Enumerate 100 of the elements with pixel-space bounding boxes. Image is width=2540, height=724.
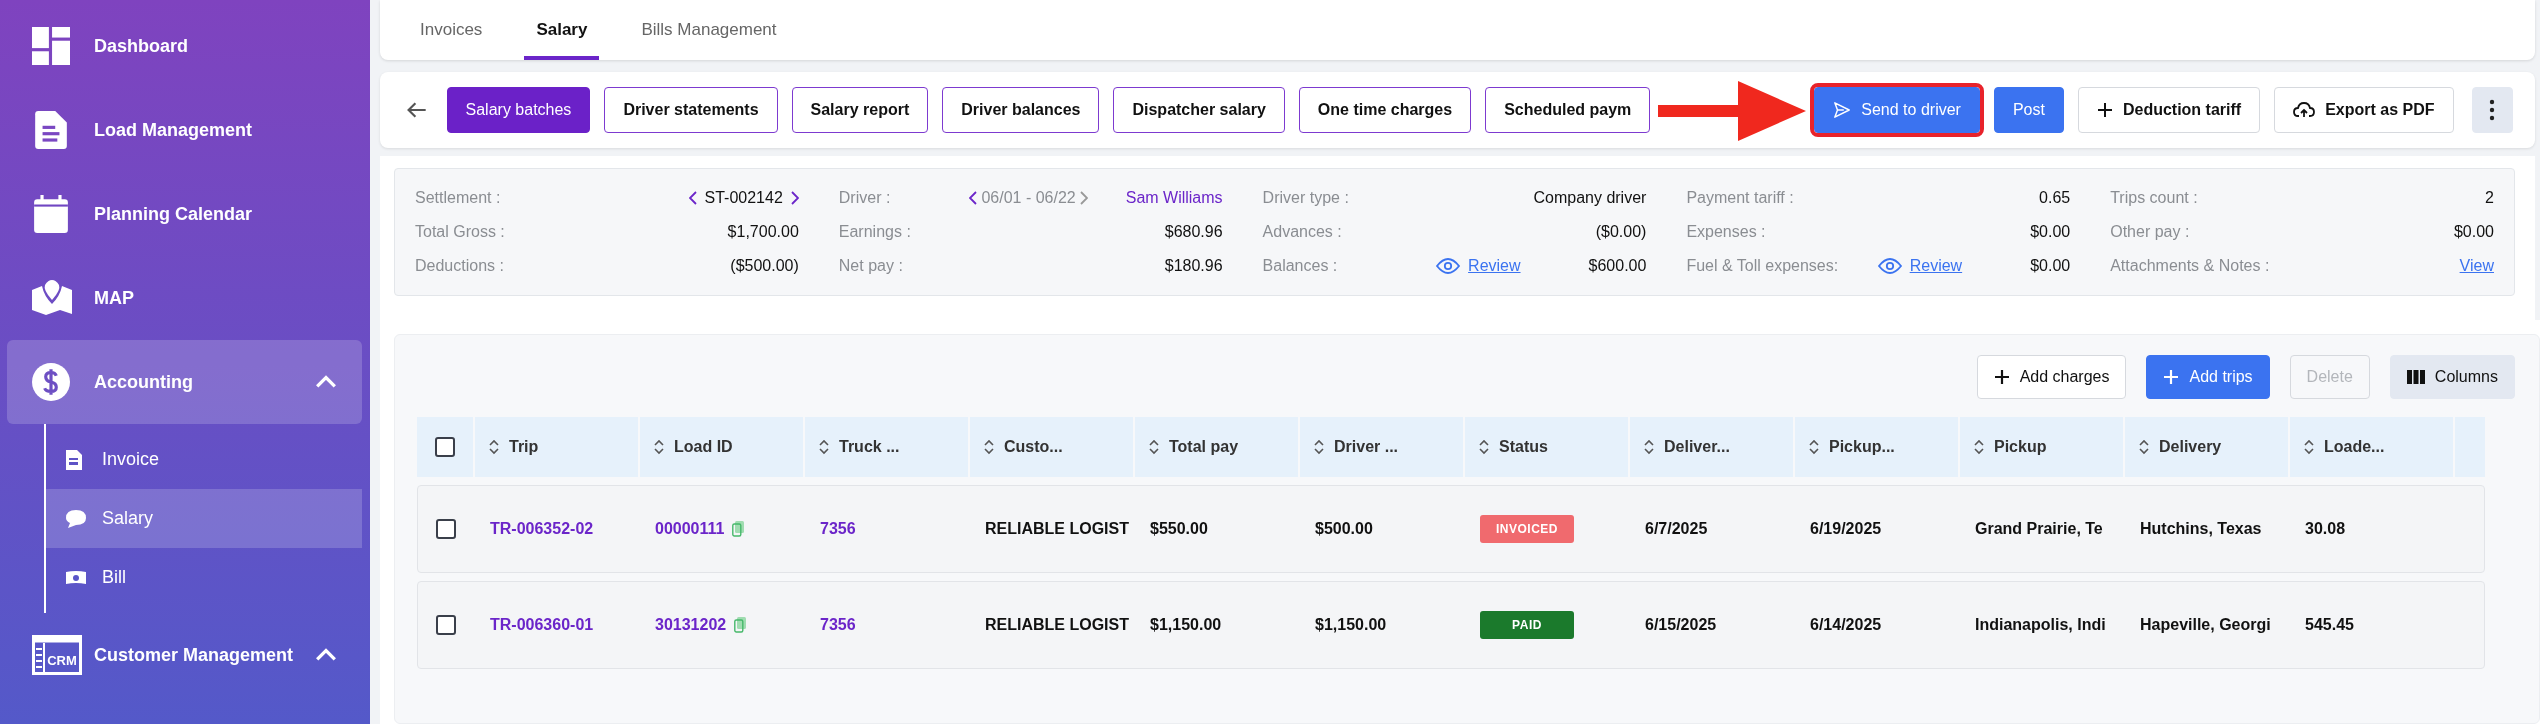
header-cell[interactable]: Status — [1465, 417, 1628, 477]
more-button[interactable] — [2471, 87, 2513, 133]
tab-button[interactable]: Driver statements — [604, 87, 778, 133]
add-charges-button[interactable]: Add charges — [1976, 355, 2127, 399]
add-button[interactable]: Deduction tariff — [2077, 87, 2261, 133]
tab-button[interactable]: Salary batches — [446, 87, 591, 133]
field-label: Deductions : — [415, 257, 505, 275]
sort-icon — [1149, 439, 1159, 455]
date-range: 06/01 - 06/22 — [981, 189, 1076, 207]
tab-button[interactable]: Salary report — [791, 87, 929, 133]
table-link[interactable]: 7356 — [820, 616, 856, 634]
field-value: $0.00 — [2453, 223, 2494, 241]
header-cell[interactable]: Custo... — [970, 417, 1133, 477]
settlement-number: ST-002142 — [704, 189, 783, 207]
field-label: Payment tariff : — [1686, 189, 1795, 207]
banknote-icon — [66, 570, 86, 585]
more-vertical-icon — [2489, 99, 2496, 121]
sidebar-item[interactable]: Planning Calendar — [7, 172, 362, 256]
sidebar-item[interactable]: Dashboard — [7, 4, 362, 88]
field-label: Total Gross : — [415, 223, 506, 241]
sort-icon — [2304, 439, 2314, 455]
field-label: Settlement : — [415, 189, 502, 207]
sidebar-item[interactable]: Load Management — [7, 88, 362, 172]
sidebar-item[interactable]: Accounting — [7, 340, 362, 424]
tab-button[interactable]: One time charges — [1298, 87, 1472, 133]
plus-icon — [2163, 369, 2180, 385]
field-value: $680.96 — [1164, 223, 1223, 241]
columns-icon — [2406, 370, 2425, 384]
header-cell[interactable]: Truck ... — [805, 417, 968, 477]
export-button[interactable]: Export as PDF — [2274, 87, 2454, 133]
checkbox[interactable] — [435, 437, 455, 457]
field-label: Net pay : — [838, 257, 904, 275]
table-link[interactable]: 00000111 — [655, 520, 725, 538]
table-link[interactable]: 30131202 — [655, 616, 727, 634]
chevron-right-icon[interactable] — [790, 191, 799, 205]
field-value: $180.96 — [1164, 257, 1223, 275]
chevron-left-icon[interactable] — [969, 191, 978, 205]
sidebar-subitem[interactable]: Bill — [46, 548, 362, 607]
header-cell[interactable]: Loade... — [2290, 417, 2453, 477]
tab-button[interactable]: Dispatcher salary — [1113, 87, 1285, 133]
field-label: Attachments & Notes : — [2110, 257, 2271, 275]
checkbox[interactable] — [436, 519, 456, 539]
columns-button[interactable]: Columns — [2389, 355, 2515, 399]
send-icon — [1833, 101, 1852, 119]
dashboard-icon — [32, 27, 70, 65]
eye-icon — [1877, 258, 1902, 274]
sort-icon — [2139, 439, 2149, 455]
field-value: Company driver — [1533, 189, 1647, 207]
table-cell: RELIABLE LOGIST — [985, 520, 1129, 538]
field-label: Driver type : — [1262, 189, 1350, 207]
field-value: $1,700.00 — [727, 223, 799, 241]
eye-icon — [1436, 258, 1461, 274]
tab-button[interactable]: Scheduled paym — [1485, 87, 1651, 133]
crm-window-icon: CRM — [32, 635, 82, 675]
field-value: 0.65 — [2039, 189, 2071, 207]
view-link[interactable]: View — [2459, 257, 2494, 275]
table-cell: $500.00 — [1315, 520, 1373, 538]
sort-icon — [654, 439, 664, 455]
review-link[interactable]: Review — [1909, 257, 1963, 275]
sidebar-subitem[interactable]: Salary — [46, 489, 362, 548]
sidebar-item[interactable]: MAP — [7, 256, 362, 340]
table-link[interactable]: TR-006352-02 — [490, 520, 594, 538]
tab[interactable]: Invoices — [408, 0, 495, 60]
header-cell[interactable]: Trip — [475, 417, 638, 477]
tab-button[interactable]: Driver balances — [942, 87, 1100, 133]
header-cell[interactable]: Pickup... — [1795, 417, 1958, 477]
document-icon — [32, 111, 70, 149]
sidebar-item[interactable]: CRM Customer Management — [7, 613, 362, 697]
table-link[interactable]: 7356 — [820, 520, 856, 538]
sort-icon — [984, 439, 994, 455]
table-cell: 6/15/2025 — [1645, 616, 1717, 634]
field-label: Balances : — [1262, 257, 1339, 275]
review-link[interactable]: Review — [1468, 257, 1521, 275]
header-cell[interactable]: Deliver... — [1630, 417, 1793, 477]
table-cell: 6/19/2025 — [1810, 520, 1882, 538]
header-cell[interactable]: Driver ... — [1300, 417, 1463, 477]
sort-icon — [1479, 439, 1489, 455]
table-cell: $1,150.00 — [1315, 616, 1387, 634]
post-button[interactable]: Post — [1993, 87, 2064, 133]
table-cell: 6/14/2025 — [1810, 616, 1882, 634]
field-label: Trips count : — [2110, 189, 2199, 207]
chevron-left-icon[interactable] — [688, 191, 697, 205]
add-trips-button[interactable]: Add trips — [2146, 355, 2270, 399]
table-link[interactable]: TR-006360-01 — [490, 616, 594, 634]
tab[interactable]: Salary — [524, 0, 600, 60]
header-cell[interactable]: Load ID — [640, 417, 803, 477]
sidebar-subitem[interactable]: Invoice — [46, 430, 362, 489]
driver-name[interactable]: Sam Williams — [1125, 189, 1223, 207]
field-label: Driver : — [838, 189, 892, 207]
table-cell: 6/7/2025 — [1645, 520, 1708, 538]
field-label: Expenses : — [1686, 223, 1767, 241]
header-cell[interactable]: Total pay — [1135, 417, 1298, 477]
header-cell[interactable]: Delivery — [2125, 417, 2288, 477]
header-cell[interactable]: Pickup — [1960, 417, 2123, 477]
tab[interactable]: Bills Management — [629, 0, 789, 60]
field-value: ($0.00) — [1595, 223, 1647, 241]
map-icon — [32, 280, 72, 316]
field-label: Other pay : — [2110, 223, 2191, 241]
sort-icon — [1974, 439, 1984, 455]
checkbox[interactable] — [436, 615, 456, 635]
